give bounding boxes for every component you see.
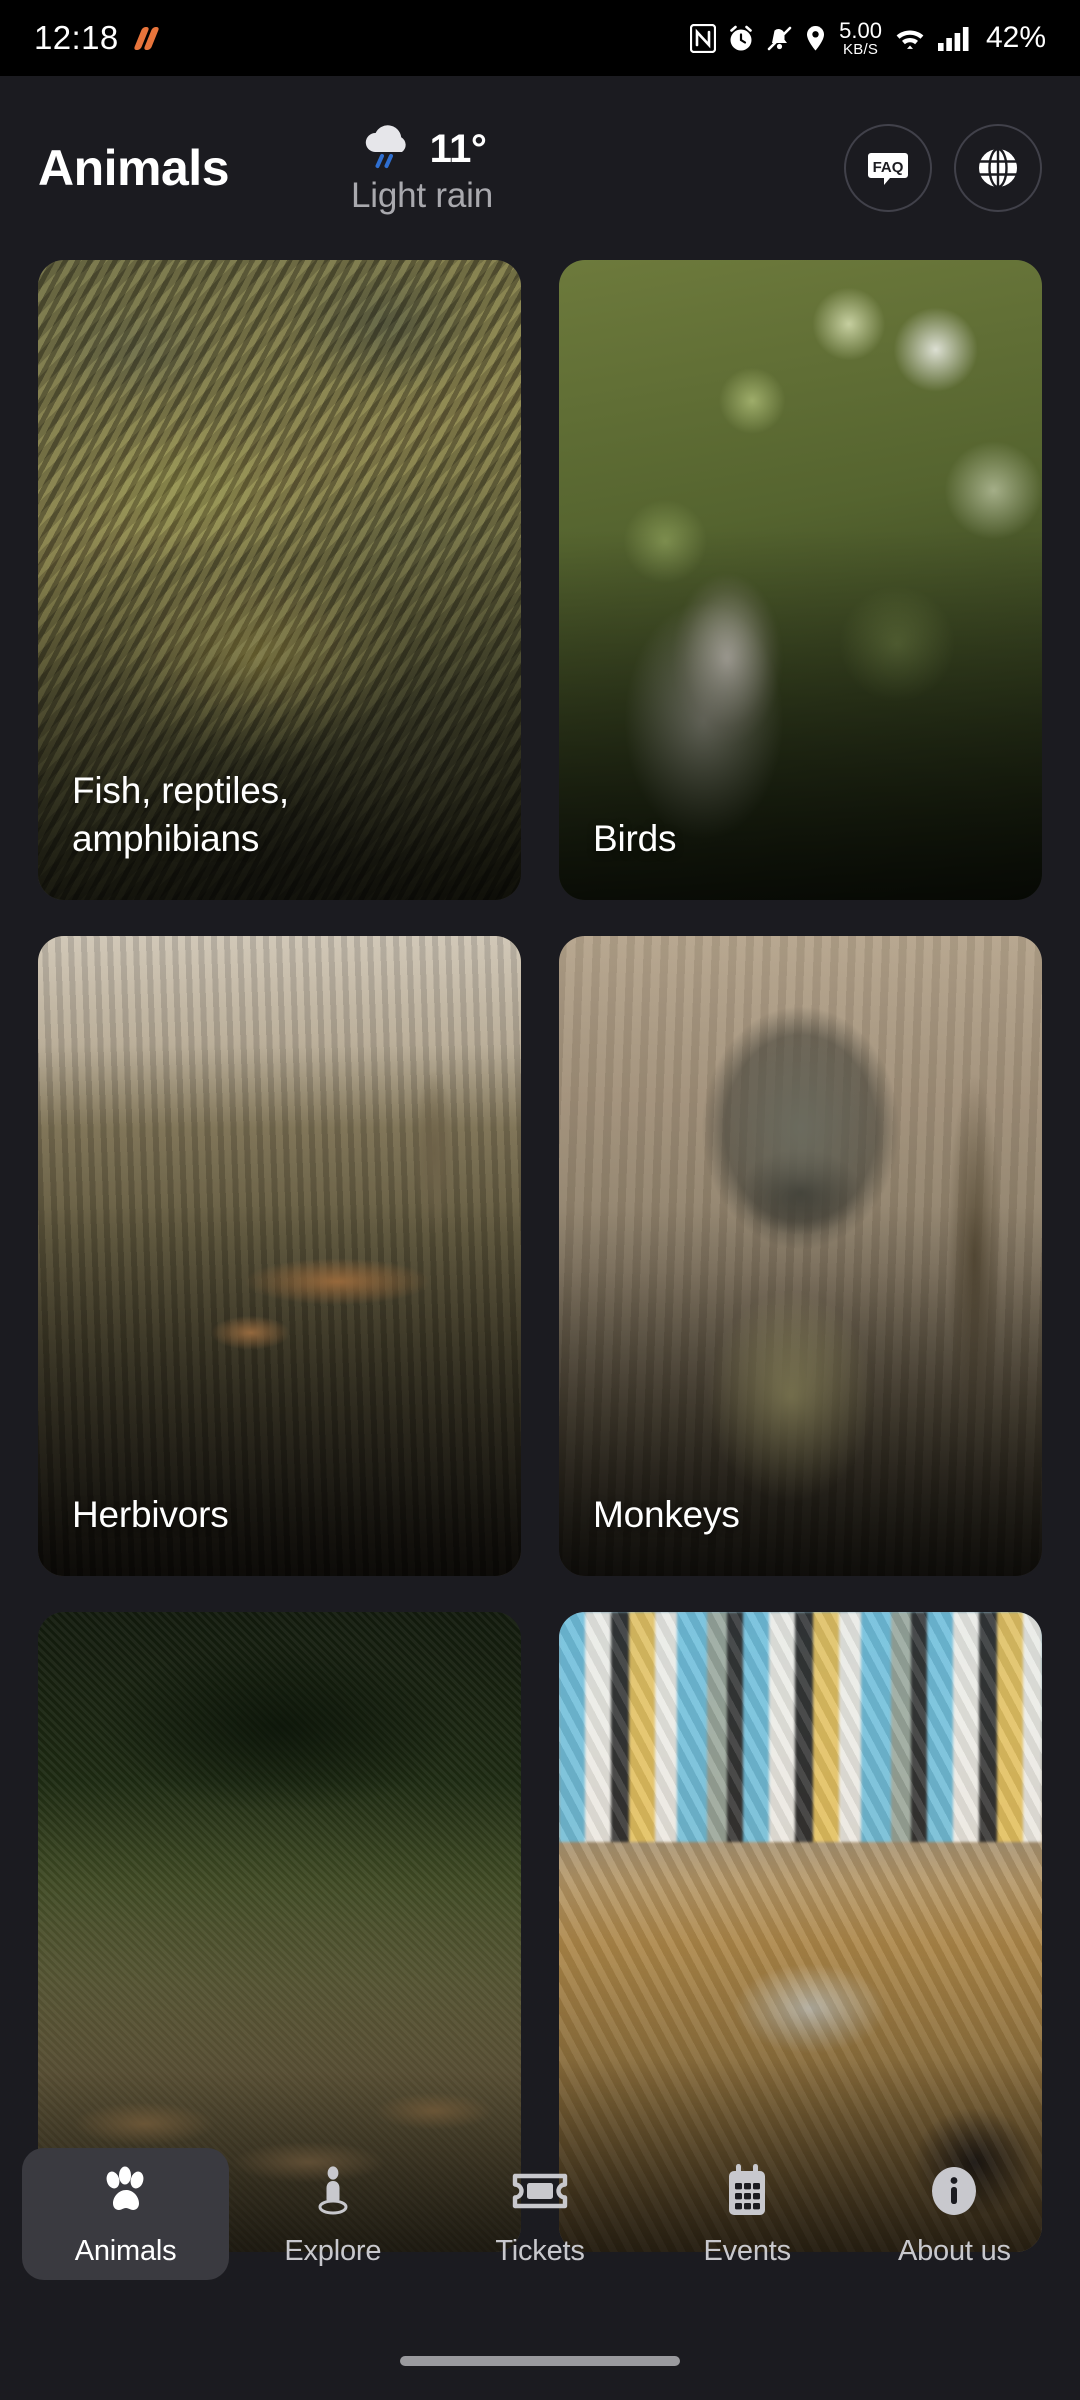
card-label: Fish, reptiles, amphibians: [72, 770, 290, 859]
faq-icon: FAQ: [868, 153, 908, 185]
svg-text:FAQ: FAQ: [873, 159, 904, 176]
info-icon: [926, 2160, 982, 2222]
nav-label: Animals: [74, 2235, 177, 2267]
status-bar: 12:18 5.00 KB/S 42%: [0, 0, 1080, 76]
globe-icon: [979, 147, 1017, 189]
location-icon: [807, 25, 825, 50]
ticket-icon: [509, 2160, 571, 2222]
rain-cloud-icon: [365, 125, 406, 168]
status-bar-left: 12:18: [34, 19, 162, 57]
weather-top-row: 11°: [358, 120, 487, 178]
mute-icon: [767, 26, 792, 50]
page-title: Animals: [38, 140, 230, 196]
network-speed: 5.00 KB/S: [839, 17, 882, 58]
app-screen: Animals 11° Light rain FAQ Fish, reptile…: [0, 76, 1080, 2400]
explore-pin-icon: [304, 2160, 362, 2222]
header-actions: FAQ: [844, 124, 1042, 212]
paw-icon: [97, 2160, 155, 2222]
language-button[interactable]: [954, 124, 1042, 212]
mosaic-wall-decor: [559, 1612, 1042, 1843]
status-time: 12:18: [34, 19, 119, 56]
battery-percent: 42%: [985, 21, 1046, 54]
stripes-icon: [132, 25, 162, 52]
nav-label: Explore: [284, 2235, 382, 2267]
network-speed-unit: KB/S: [843, 40, 879, 58]
category-card-herbivors[interactable]: Herbivors: [38, 936, 521, 1576]
card-label: Birds: [593, 817, 677, 859]
card-label: Herbivors: [72, 1493, 229, 1535]
weather-widget[interactable]: 11° Light rain: [307, 120, 537, 216]
nav-label: About us: [897, 2235, 1011, 2267]
animal-category-grid: Fish, reptiles, amphibians Birds Herbivo…: [0, 260, 1080, 2252]
status-bar-right: 5.00 KB/S 42%: [690, 17, 1046, 58]
nav-item-explore[interactable]: Explore: [229, 2148, 436, 2280]
category-card-birds[interactable]: Birds: [559, 260, 1042, 900]
weather-description: Light rain: [351, 176, 493, 215]
category-card-monkeys[interactable]: Monkeys: [559, 936, 1042, 1576]
gesture-bar[interactable]: [400, 2356, 680, 2366]
nav-item-about-us[interactable]: About us: [851, 2148, 1058, 2280]
nav-item-tickets[interactable]: Tickets: [436, 2148, 643, 2280]
category-card-fish-reptiles-amphibians[interactable]: Fish, reptiles, amphibians: [38, 260, 521, 900]
weather-temperature: 11°: [429, 126, 487, 171]
alarm-icon: [730, 25, 752, 50]
nfc-icon: [690, 23, 717, 53]
faq-button[interactable]: FAQ: [844, 124, 932, 212]
nav-label: Tickets: [495, 2235, 585, 2267]
bottom-navigation: Animals Explore Tickets Events About us: [0, 2138, 1080, 2290]
app-header: Animals 11° Light rain FAQ: [0, 76, 1080, 260]
network-speed-value: 5.00: [839, 17, 882, 43]
nav-label: Events: [703, 2235, 791, 2267]
nav-item-events[interactable]: Events: [644, 2148, 851, 2280]
calendar-icon: [719, 2160, 775, 2222]
nav-item-animals[interactable]: Animals: [22, 2148, 230, 2280]
card-label: Monkeys: [593, 1493, 740, 1535]
wifi-icon: [896, 30, 924, 49]
cellular-signal-icon: [937, 26, 969, 51]
